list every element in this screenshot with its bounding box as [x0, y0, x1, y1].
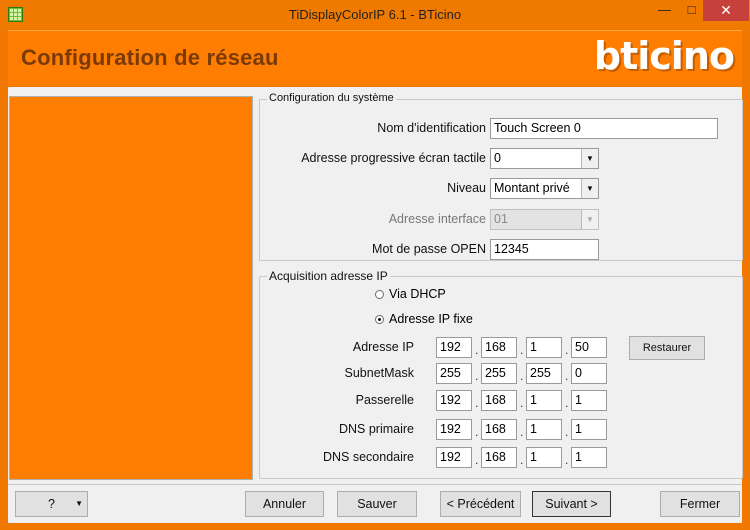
- octet-separator: .: [565, 369, 569, 383]
- octet-separator: .: [565, 425, 569, 439]
- progressive-address-value: 0: [494, 151, 501, 165]
- ip-octet-1[interactable]: 192: [436, 337, 472, 358]
- chevron-down-icon[interactable]: ▼: [581, 179, 598, 198]
- dns-secondary-octet-2[interactable]: 168: [481, 447, 517, 468]
- ip-acquisition-legend: Acquisition adresse IP: [267, 269, 390, 283]
- dns-primary-octet-1[interactable]: 192: [436, 419, 472, 440]
- dns-primary-octet-4[interactable]: 1: [571, 419, 607, 440]
- gateway-octet-4[interactable]: 1: [571, 390, 607, 411]
- open-password-label: Mot de passe OPEN: [372, 242, 486, 256]
- subnet-octet-3[interactable]: 255: [526, 363, 562, 384]
- ip-octet-2[interactable]: 168: [481, 337, 517, 358]
- chevron-down-icon: ▼: [581, 210, 598, 229]
- page-title: Configuration de réseau: [21, 45, 279, 70]
- subnet-mask-label: SubnetMask: [344, 366, 414, 380]
- dns-primary-label: DNS primaire: [338, 422, 414, 436]
- system-config-group: Configuration du système Nom d'identific…: [259, 92, 743, 261]
- octet-separator: .: [565, 343, 569, 357]
- octet-separator: .: [475, 369, 479, 383]
- fixed-ip-radio-label: Adresse IP fixe: [389, 312, 473, 326]
- save-button[interactable]: Sauver: [337, 491, 417, 517]
- octet-separator: .: [520, 425, 524, 439]
- octet-separator: .: [565, 453, 569, 467]
- dns-secondary-label: DNS secondaire: [322, 450, 414, 464]
- page-header: Configuration de réseau bticino: [8, 30, 742, 86]
- octet-separator: .: [565, 396, 569, 410]
- help-dropdown-button[interactable]: ? ▼: [15, 491, 88, 517]
- interface-address-value: 01: [494, 212, 508, 226]
- interface-address-label: Adresse interface: [388, 212, 486, 226]
- previous-button[interactable]: < Précédent: [440, 491, 521, 517]
- side-image-panel: [9, 96, 253, 480]
- close-button[interactable]: Fermer: [660, 491, 740, 517]
- dialog-body: Configuration du système Nom d'identific…: [8, 87, 743, 523]
- dns-secondary-octet-1[interactable]: 192: [436, 447, 472, 468]
- fixed-ip-radio[interactable]: Adresse IP fixe: [375, 312, 473, 326]
- minimize-button[interactable]: —: [651, 0, 678, 21]
- chevron-down-icon[interactable]: ▼: [75, 492, 83, 516]
- next-button[interactable]: Suivant >: [532, 491, 611, 517]
- octet-separator: .: [475, 453, 479, 467]
- window-title: TiDisplayColorIP 6.1 - BTicino: [288, 7, 462, 22]
- octet-separator: .: [475, 425, 479, 439]
- octet-separator: .: [520, 343, 524, 357]
- maximize-button[interactable]: □: [678, 0, 705, 21]
- id-name-label: Nom d'identification: [377, 121, 486, 135]
- system-config-legend: Configuration du système: [267, 92, 396, 104]
- help-button-label: ?: [48, 497, 55, 511]
- level-value: Montant privé: [494, 181, 570, 195]
- subnet-octet-1[interactable]: 255: [436, 363, 472, 384]
- progressive-address-label: Adresse progressive écran tactile: [301, 151, 486, 165]
- dns-primary-octet-2[interactable]: 168: [481, 419, 517, 440]
- level-label: Niveau: [447, 181, 486, 195]
- octet-separator: .: [520, 396, 524, 410]
- dns-secondary-octet-3[interactable]: 1: [526, 447, 562, 468]
- chevron-down-icon[interactable]: ▼: [581, 149, 598, 168]
- radio-unchecked-icon[interactable]: [375, 290, 384, 299]
- open-password-input[interactable]: 12345: [490, 239, 599, 260]
- dns-secondary-octet-4[interactable]: 1: [571, 447, 607, 468]
- octet-separator: .: [475, 343, 479, 357]
- footer-divider: [8, 484, 742, 485]
- progressive-address-select[interactable]: 0 ▼: [490, 148, 599, 169]
- octet-separator: .: [520, 369, 524, 383]
- radio-checked-icon[interactable]: [375, 315, 384, 324]
- octet-separator: .: [475, 396, 479, 410]
- octet-separator: .: [520, 453, 524, 467]
- close-window-button[interactable]: ✕: [703, 0, 749, 21]
- dhcp-radio[interactable]: Via DHCP: [375, 287, 446, 301]
- gateway-octet-3[interactable]: 1: [526, 390, 562, 411]
- restore-button[interactable]: Restaurer: [629, 336, 705, 360]
- dns-primary-octet-3[interactable]: 1: [526, 419, 562, 440]
- subnet-octet-4[interactable]: 0: [571, 363, 607, 384]
- title-bar: TiDisplayColorIP 6.1 - BTicino — □ ✕: [0, 0, 750, 30]
- ip-octet-3[interactable]: 1: [526, 337, 562, 358]
- ip-octet-4[interactable]: 50: [571, 337, 607, 358]
- id-name-input[interactable]: Touch Screen 0: [490, 118, 718, 139]
- bticino-logo: bticino: [593, 34, 735, 78]
- gateway-octet-2[interactable]: 168: [481, 390, 517, 411]
- ip-address-label: Adresse IP: [352, 340, 414, 354]
- level-select[interactable]: Montant privé ▼: [490, 178, 599, 199]
- dhcp-radio-label: Via DHCP: [389, 287, 446, 301]
- interface-address-select: 01 ▼: [490, 209, 599, 230]
- subnet-octet-2[interactable]: 255: [481, 363, 517, 384]
- ip-acquisition-group: Acquisition adresse IP Via DHCP Adresse …: [259, 269, 743, 479]
- cancel-button[interactable]: Annuler: [245, 491, 324, 517]
- gateway-label: Passerelle: [355, 393, 414, 407]
- gateway-octet-1[interactable]: 192: [436, 390, 472, 411]
